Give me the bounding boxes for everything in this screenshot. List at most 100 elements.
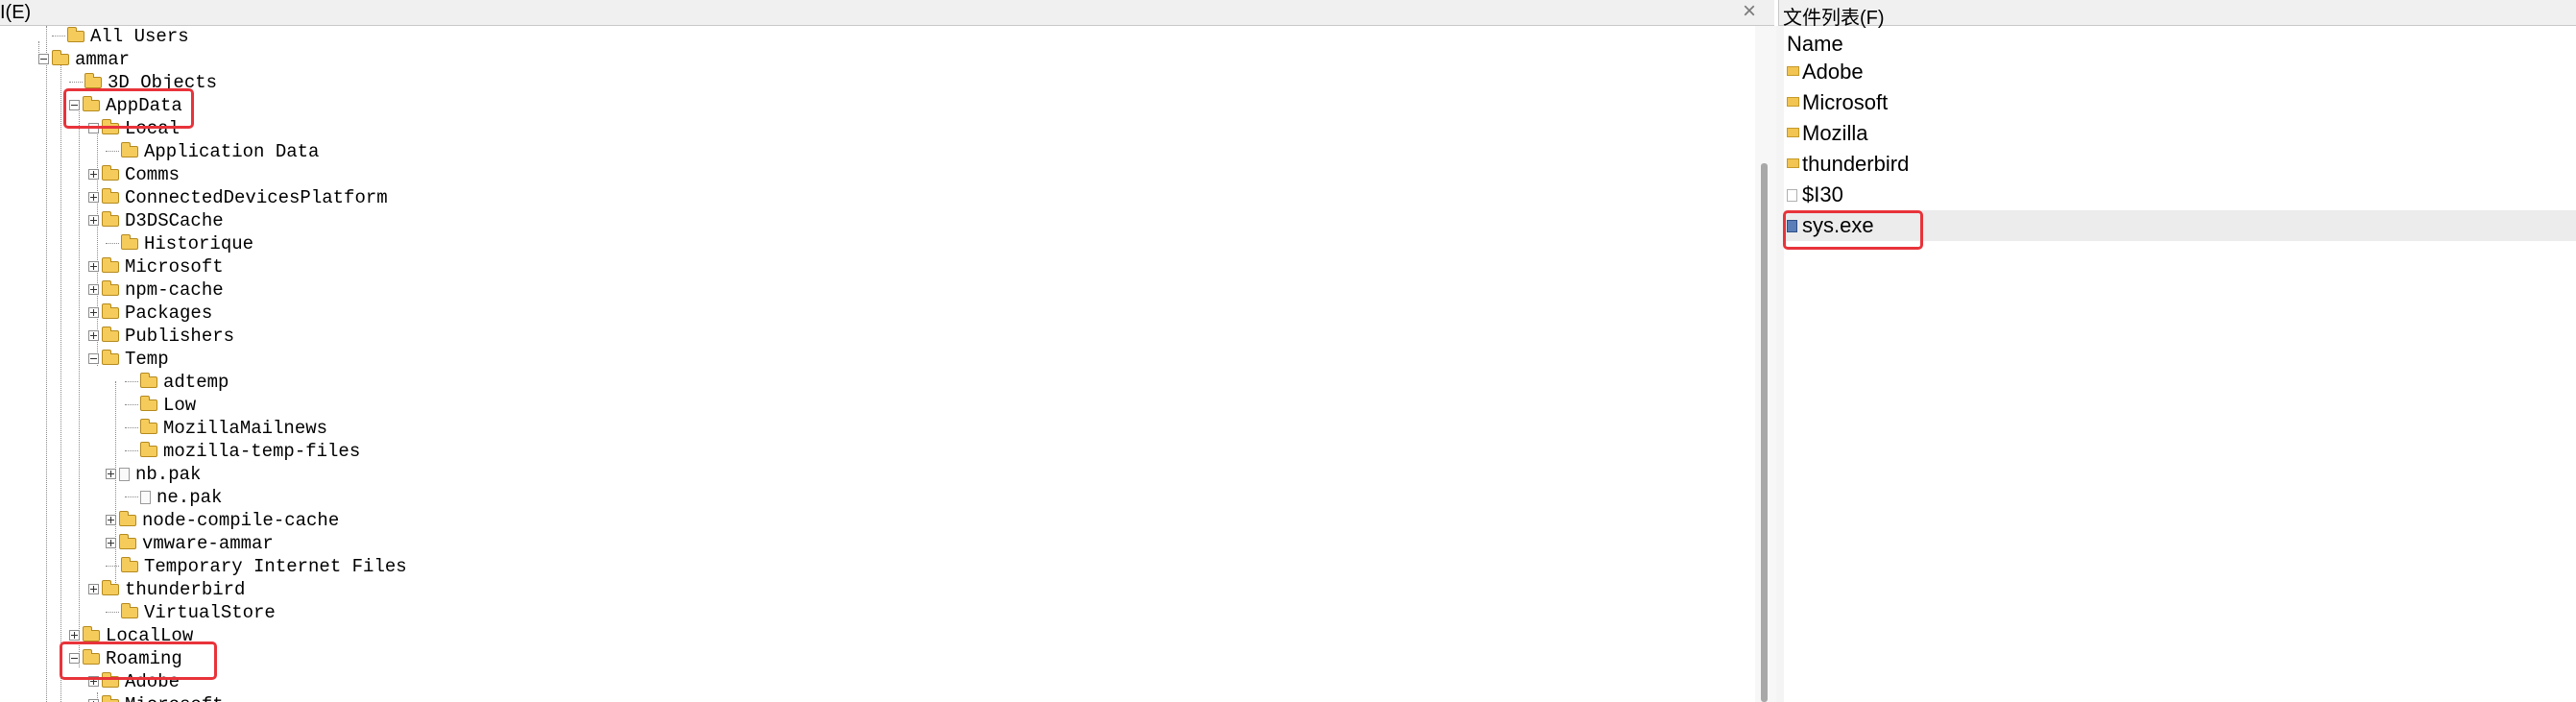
folder-icon [83,625,100,641]
tree-node-label: ne.pak [156,487,223,508]
folder-tree: All Users ammar 3D Objects AppData Local Appl… [0,26,1753,702]
name-column-header[interactable]: Name [1787,32,1843,57]
tree-node[interactable]: Historique [106,232,253,255]
file-icon [140,490,151,504]
tree-connector [69,82,83,84]
folder-icon [121,233,138,250]
tree-node[interactable]: All Users [52,26,189,48]
collapse-icon[interactable] [88,353,99,365]
folder-icon [102,187,119,204]
tree-node[interactable]: Comms [88,163,180,186]
folder-icon [102,279,119,296]
file-name: Microsoft [1802,90,1889,114]
folder-icon [102,303,119,319]
folder-icon [140,441,157,457]
file-name: Adobe [1802,60,1864,84]
tree-node[interactable]: D3DSCache [88,209,224,232]
tree-node-label: Packages [125,303,213,324]
expand-icon[interactable] [88,284,99,296]
folder-icon [67,26,84,42]
expand-icon[interactable] [88,330,99,342]
folder-icon [102,210,119,227]
tree-node[interactable]: node-compile-cache [106,509,339,532]
tree-node[interactable]: mozilla-temp-files [125,440,360,463]
folder-icon [102,349,119,365]
tree-node[interactable]: nb.pak [106,463,201,486]
folder-icon [140,395,157,411]
tree-node-label: Microsoft [125,256,224,278]
expand-icon[interactable] [88,261,99,273]
tree-node[interactable]: adtemp [125,371,229,394]
tree-node[interactable]: Microsoft [88,255,224,278]
folder-icon [102,256,119,273]
highlight-sys-exe [1783,210,1923,250]
tree-node-label: D3DSCache [125,210,224,231]
folder-icon [140,418,157,434]
tree-node-label: Low [163,395,197,416]
highlight-roaming [60,641,217,680]
tree-connector [106,612,119,614]
tree-node-label: vmware-ammar [142,533,274,554]
tree-connector [125,496,138,498]
tree-node[interactable]: ammar [38,48,130,71]
expand-icon[interactable] [88,169,99,181]
tree-node[interactable]: ne.pak [125,486,222,509]
folder-icon [1787,128,1799,137]
tree-pane-title: I(E) [0,2,32,23]
expand-icon[interactable] [106,515,116,526]
file-name: Mozilla [1802,121,1868,145]
file-name: $I30 [1802,182,1843,206]
tree-node-label: adtemp [163,372,229,393]
file-list-row[interactable]: $I30 [1784,180,2576,210]
tree-node[interactable]: npm-cache [88,278,224,302]
tree-node-label: Temporary Internet Files [144,556,407,577]
tree-node[interactable]: Temporary Internet Files [106,555,407,578]
tree-node[interactable]: Application Data [106,140,319,163]
tree-scrollbar-thumb[interactable] [1761,163,1768,702]
file-list-row[interactable]: Microsoft [1784,87,2576,118]
tree-node[interactable]: Publishers [88,325,234,348]
expand-icon[interactable] [106,538,116,549]
tree-connector [125,450,138,452]
tree-node[interactable]: VirtualStore [106,601,276,624]
folder-icon [1787,66,1799,76]
folder-icon [84,72,102,88]
tree-node[interactable]: Microsoft [88,693,224,702]
tree-connector [125,381,138,383]
expand-icon[interactable] [88,307,99,319]
file-list-row[interactable]: thunderbird [1784,149,2576,180]
highlight-appdata [63,88,194,129]
tree-node[interactable]: thunderbird [88,578,245,601]
tree-node[interactable]: Packages [88,302,212,325]
expand-icon[interactable] [88,215,99,227]
tree-node[interactable]: Temp [88,348,169,371]
tree-node-label: ConnectedDevicesPlatform [125,187,388,208]
tree-node-label: All Users [90,26,189,47]
tree-node[interactable]: vmware-ammar [106,532,274,555]
tree-pane-header: I(E) × [0,0,1774,26]
tree-node-label: Microsoft [125,694,224,702]
tree-connector [125,404,138,406]
folder-icon [102,579,119,595]
expand-icon[interactable] [69,630,80,641]
tree-node-label: npm-cache [125,279,224,301]
tree-node[interactable]: MozillaMailnews [125,417,327,440]
tree-node-label: node-compile-cache [142,510,340,531]
expand-icon[interactable] [88,192,99,204]
tree-node[interactable]: ConnectedDevicesPlatform [88,186,388,209]
expand-icon[interactable] [88,584,99,595]
tree-node-label: Historique [144,233,254,254]
expand-icon[interactable] [106,469,116,480]
close-icon[interactable]: × [1743,0,1756,25]
file-list-row[interactable]: Mozilla [1784,118,2576,149]
tree-node[interactable]: Low [125,394,196,417]
file-name: thunderbird [1802,152,1910,176]
collapse-icon[interactable] [38,54,49,65]
folder-icon [121,602,138,618]
tree-node-label: Comms [125,164,181,185]
tree-node-label: mozilla-temp-files [163,441,361,462]
file-list-row[interactable]: Adobe [1784,57,2576,87]
tree-node-label: Application Data [144,141,320,162]
tree-node-label: Temp [125,349,169,370]
folder-icon [102,326,119,342]
